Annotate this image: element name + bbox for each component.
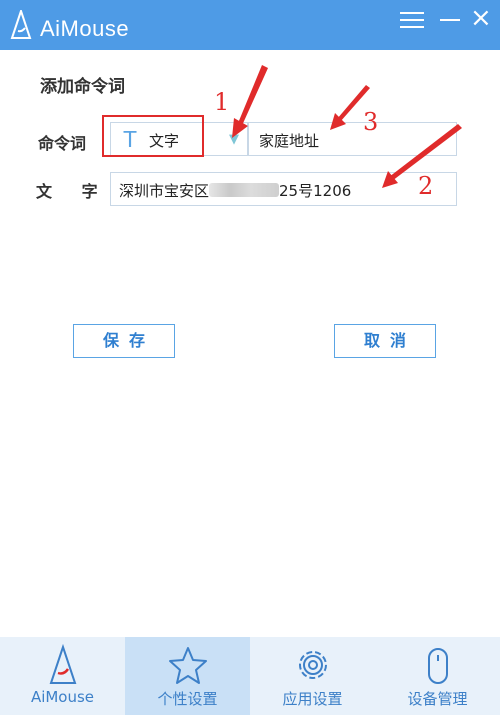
nav-label: 应用设置 xyxy=(282,690,343,708)
caret-down-icon[interactable]: ▼ xyxy=(229,132,239,147)
redacted-blur xyxy=(209,183,280,197)
aimouse-logo-icon xyxy=(10,10,32,39)
nav-label: 设备管理 xyxy=(407,690,468,708)
aimouse-logo-icon xyxy=(49,643,77,684)
command-label: 命令词 xyxy=(38,134,87,153)
annotation-number-3: 3 xyxy=(363,108,379,136)
close-icon[interactable]: × xyxy=(470,5,494,31)
text-value-input[interactable]: 深圳市宝安区 25号1206 xyxy=(110,172,457,206)
nav-item-personal-settings[interactable]: 个性设置 xyxy=(125,637,250,715)
star-icon xyxy=(169,647,207,684)
nav-label: AiMouse xyxy=(30,688,95,706)
page-title: 添加命令词 xyxy=(40,77,125,97)
annotation-number-1: 1 xyxy=(214,88,230,116)
nav-item-aimouse[interactable]: AiMouse xyxy=(0,637,125,715)
text-value-start: 深圳市宝安区 xyxy=(119,182,210,200)
text-label: 文 字 xyxy=(36,182,110,201)
text-value-end: 25号1206 xyxy=(279,182,352,200)
mouse-icon xyxy=(428,648,448,684)
save-button[interactable]: 保存 xyxy=(73,324,175,358)
menu-icon[interactable] xyxy=(398,10,426,30)
app-title: AiMouse xyxy=(40,16,130,41)
nav-item-app-settings[interactable]: 应用设置 xyxy=(250,637,375,715)
command-name-input[interactable]: 家庭地址 xyxy=(248,122,457,156)
bottom-nav: AiMouse 个性设置 应用设置 设备管理 xyxy=(0,637,500,715)
annotation-highlight-box xyxy=(102,115,204,157)
nav-item-device-management[interactable]: 设备管理 xyxy=(375,637,500,715)
nav-label: 个性设置 xyxy=(157,690,218,708)
gear-icon xyxy=(299,651,327,679)
title-bar: AiMouse × xyxy=(0,0,500,50)
cancel-button[interactable]: 取消 xyxy=(334,324,436,358)
annotation-number-2: 2 xyxy=(418,172,434,200)
minimize-icon[interactable] xyxy=(440,10,462,30)
